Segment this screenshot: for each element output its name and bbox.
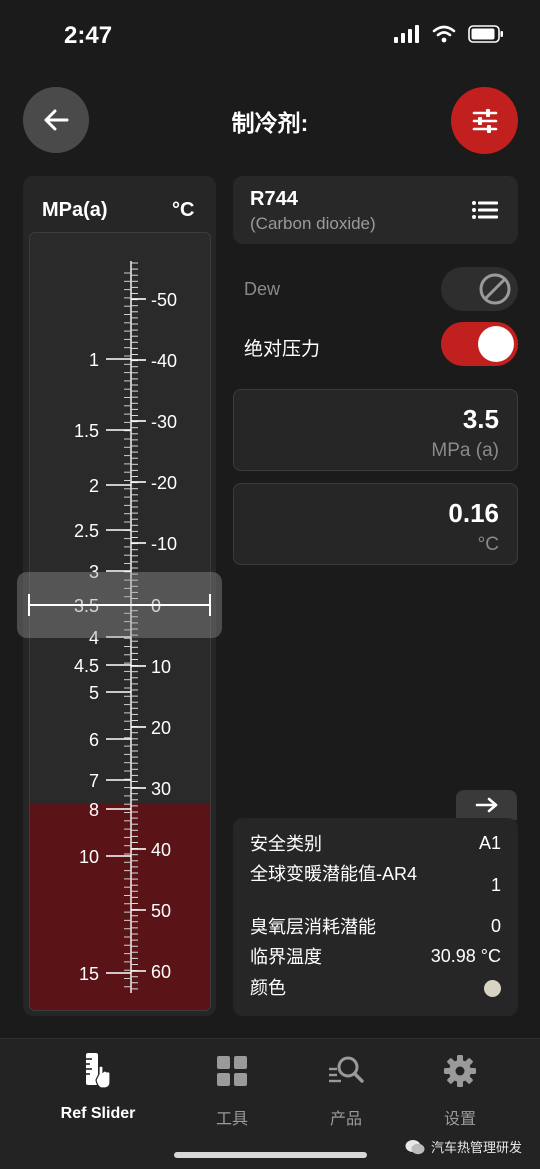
critical-temp-label: 临界温度: [250, 947, 322, 967]
pressure-tick-label: 4.5: [74, 656, 99, 676]
temperature-unit: °C: [477, 534, 499, 555]
gwp-label: 全球变暖潜能值-AR4: [250, 864, 418, 884]
refrigerant-code: R744: [250, 188, 298, 210]
sliders-icon: [472, 108, 497, 133]
grid-icon: [217, 1056, 247, 1086]
status-time: 2:47: [64, 22, 113, 49]
wechat-icon: [405, 1139, 425, 1154]
refrigerant-info-card: 安全类别 A1 全球变暖潜能值-AR4 1 臭氧层消耗潜能 0 临界温度 30.…: [233, 818, 518, 1016]
pressure-value-field[interactable]: 3.5 MPa (a): [233, 389, 518, 471]
critical-temp-value: 30.98 °C: [430, 946, 501, 966]
temperature-tick-label: 40: [151, 840, 171, 860]
pressure-tick-label: 1: [89, 350, 99, 370]
gwp-value: 1: [490, 875, 501, 895]
temperature-tick-label: 10: [151, 657, 171, 677]
watermark: 汽车热管理研发: [405, 1137, 522, 1156]
pressure-tick-label: 5: [89, 683, 99, 703]
battery-icon: [468, 25, 503, 43]
pressure-tick-label: 7: [89, 771, 99, 791]
pressure-unit-label: MPa(a): [42, 199, 108, 221]
gear-icon: [444, 1055, 476, 1087]
list-icon[interactable]: [472, 201, 498, 219]
ruler-hand-icon: [86, 1053, 111, 1089]
filter-button[interactable]: [451, 87, 518, 154]
absolute-pressure-label: 绝对压力: [244, 339, 321, 360]
wifi-icon: [432, 25, 456, 43]
temperature-tick-label: -40: [151, 351, 177, 371]
pressure-tick-label: 15: [79, 964, 99, 984]
tab-settings[interactable]: 设置: [415, 1051, 505, 1129]
arrow-right-icon: [475, 797, 497, 813]
info-expand-button[interactable]: [456, 790, 517, 820]
temperature-tick-label: -20: [151, 473, 177, 493]
home-indicator: [174, 1152, 367, 1158]
tab-label: Ref Slider: [60, 1105, 136, 1122]
watermark-text: 汽车热管理研发: [430, 1140, 522, 1155]
status-icons: [394, 25, 504, 43]
temperature-tick-label: 50: [151, 901, 171, 921]
temperature-tick-label: -50: [151, 290, 177, 310]
temperature-tick-label: 30: [151, 779, 171, 799]
pressure-tick-label: 1.5: [74, 421, 99, 441]
signal-icon: [394, 25, 419, 43]
status-bar: 2:47: [0, 0, 540, 72]
tab-label: 设置: [443, 1111, 476, 1128]
temperature-tick-label: 60: [151, 962, 171, 982]
dew-toggle[interactable]: [441, 267, 518, 311]
handle-indicator-line: [28, 594, 211, 616]
search-list-icon: [329, 1056, 364, 1083]
disabled-icon: [479, 273, 511, 305]
color-label: 颜色: [250, 978, 286, 998]
temperature-tick-label: -30: [151, 412, 177, 432]
temperature-value: 0.16: [448, 498, 499, 528]
color-swatch: [484, 980, 501, 997]
pressure-unit: MPa (a): [431, 440, 499, 461]
safety-class-value: A1: [478, 833, 501, 853]
tab-label: 产品: [329, 1111, 362, 1128]
tab-ref-slider[interactable]: Ref Slider: [53, 1051, 143, 1123]
dew-label: Dew: [244, 279, 281, 299]
refrigerant-selector[interactable]: R744 (Carbon dioxide): [233, 176, 518, 244]
safety-class-label: 安全类别: [250, 834, 322, 854]
pressure-tick-label: 8: [89, 800, 99, 820]
refrigerant-name: (Carbon dioxide): [250, 214, 376, 233]
tab-label: 工具: [215, 1111, 248, 1128]
pressure-tick-label: 10: [79, 847, 99, 867]
slider-handle[interactable]: [17, 572, 222, 638]
tab-tools[interactable]: 工具: [187, 1051, 277, 1129]
absolute-pressure-toggle[interactable]: [441, 322, 518, 366]
toggle-knob: [478, 326, 514, 362]
temperature-value-field[interactable]: 0.16 °C: [233, 483, 518, 565]
pressure-tick-label: 2.5: [74, 521, 99, 541]
odp-value: 0: [490, 916, 501, 936]
temperature-tick-label: 20: [151, 718, 171, 738]
tab-products[interactable]: 产品: [301, 1051, 391, 1129]
temperature-unit-label: °C: [172, 199, 195, 221]
pressure-tick-label: 6: [89, 730, 99, 750]
temperature-tick-label: -10: [151, 534, 177, 554]
pressure-value: 3.5: [462, 404, 499, 434]
odp-label: 臭氧层消耗潜能: [250, 917, 376, 937]
pressure-tick-label: 2: [89, 476, 99, 496]
